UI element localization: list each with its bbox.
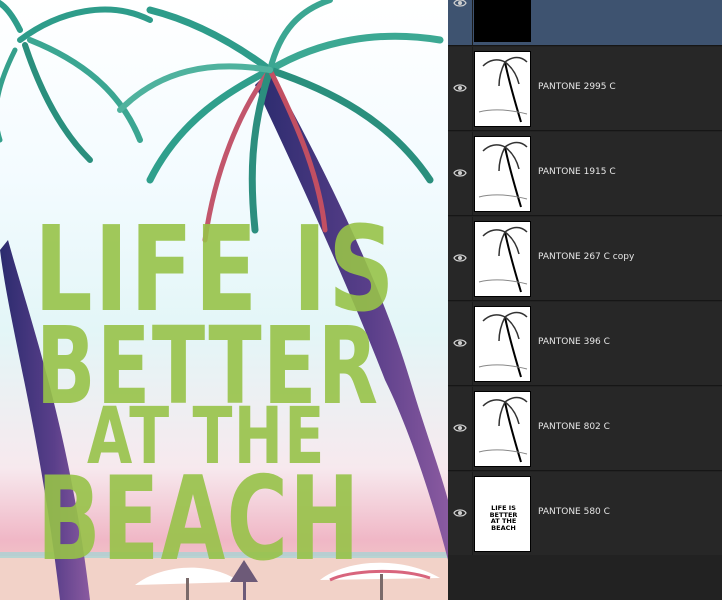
- layer-row[interactable]: tshirt color: [448, 0, 722, 46]
- visibility-eye-icon[interactable]: [452, 335, 468, 351]
- visibility-eye-icon[interactable]: [452, 420, 468, 436]
- thumbnail-text-line: BEACH: [491, 523, 516, 532]
- layer-thumbnail[interactable]: LIFE IS BETTER AT THE BEACH: [474, 476, 531, 552]
- thumbnail-text: LIFE IS BETTER AT THE BEACH: [479, 505, 528, 531]
- layer-thumbnail[interactable]: [474, 221, 531, 297]
- layer-row[interactable]: LIFE IS BETTER AT THE BEACH PANTONE 580 C: [448, 472, 722, 556]
- layer-name[interactable]: PANTONE 396 C: [538, 337, 610, 347]
- document-canvas[interactable]: LIFE IS BETTER AT THE BEACH: [0, 0, 448, 600]
- layer-name[interactable]: PANTONE 580 C: [538, 507, 610, 517]
- layer-thumbnail[interactable]: [474, 0, 531, 42]
- layer-name[interactable]: PANTONE 1915 C: [538, 167, 616, 177]
- layer-divider: [472, 217, 473, 300]
- layer-row[interactable]: PANTONE 267 C copy: [448, 217, 722, 301]
- layer-name[interactable]: PANTONE 2995 C: [538, 82, 616, 92]
- layer-divider: [472, 47, 473, 130]
- layer-thumbnail[interactable]: [474, 391, 531, 467]
- layer-divider: [472, 0, 473, 45]
- left-palm-trunk: [0, 240, 90, 600]
- layer-row[interactable]: PANTONE 2995 C: [448, 47, 722, 131]
- layer-divider: [472, 302, 473, 385]
- visibility-eye-icon[interactable]: [452, 250, 468, 266]
- layer-row[interactable]: PANTONE 1915 C: [448, 132, 722, 216]
- visibility-eye-icon[interactable]: [452, 165, 468, 181]
- beach-artwork: [0, 0, 448, 600]
- layers-panel: tshirt color PANTONE 2995 C PANTONE 1915 C…: [448, 0, 722, 600]
- layer-thumbnail[interactable]: [474, 136, 531, 212]
- layers-panel-empty-area[interactable]: [448, 555, 722, 600]
- layer-name[interactable]: PANTONE 267 C copy: [538, 252, 634, 262]
- layer-name[interactable]: PANTONE 802 C: [538, 422, 610, 432]
- visibility-eye-icon[interactable]: [452, 80, 468, 96]
- layer-thumbnail[interactable]: [474, 51, 531, 127]
- layer-divider: [472, 132, 473, 215]
- layer-row[interactable]: PANTONE 802 C: [448, 387, 722, 471]
- left-palm-fronds: [0, 0, 153, 163]
- layer-row[interactable]: PANTONE 396 C: [448, 302, 722, 386]
- layer-divider: [472, 387, 473, 470]
- layer-thumbnail[interactable]: [474, 306, 531, 382]
- layer-divider: [472, 472, 473, 555]
- visibility-eye-icon[interactable]: [452, 0, 468, 11]
- right-palm-trunk: [255, 70, 448, 560]
- visibility-eye-icon[interactable]: [452, 505, 468, 521]
